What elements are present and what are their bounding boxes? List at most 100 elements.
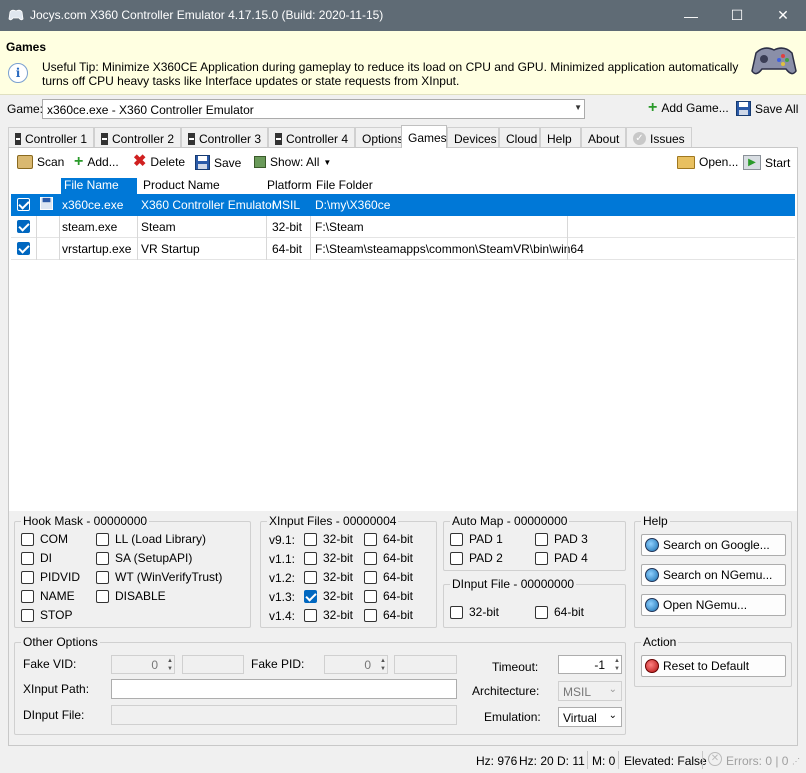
fake-pid-label: Fake PID: — [251, 657, 305, 671]
auto-map-title: Auto Map - 00000000 — [450, 514, 570, 528]
timeout-label: Timeout: — [492, 660, 539, 674]
emulation-label: Emulation: — [484, 710, 541, 724]
tab-games[interactable]: Games — [401, 125, 447, 148]
column-header-file-name[interactable]: File Name — [61, 178, 137, 194]
fake-pid-field[interactable]: 0 ▲ ▼ — [324, 655, 388, 674]
wt-checkbox[interactable]: WT (WinVerifyTrust) — [96, 570, 222, 584]
table-row[interactable]: steam.exe Steam 32-bit F:\Steam — [11, 216, 795, 238]
stop-checkbox[interactable]: STOP — [21, 608, 72, 622]
tab-controller-2[interactable]: Controller 2 — [94, 127, 181, 147]
xinput-v91-64-checkbox[interactable]: 64-bit — [364, 532, 413, 546]
tab-options[interactable]: Options — [355, 127, 403, 147]
fake-vid-field[interactable]: 0 ▲ ▼ — [111, 655, 175, 674]
reset-to-default-button[interactable]: Reset to Default — [641, 655, 786, 677]
search-google-button[interactable]: Search on Google... — [641, 534, 786, 556]
tab-controller-1[interactable]: Controller 1 — [8, 127, 94, 147]
pad-4-checkbox[interactable]: PAD 4 — [535, 551, 588, 565]
search-ngemu-button[interactable]: Search on NGemu... — [641, 564, 786, 586]
tip-panel: Games i Useful Tip: Minimize X360CE Appl… — [0, 31, 806, 95]
xinput-version-label: v1.2: — [269, 571, 296, 585]
grid-divider — [266, 216, 267, 260]
dinput-64-checkbox[interactable]: 64-bit — [535, 605, 584, 619]
ll-checkbox[interactable]: LL (Load Library) — [96, 532, 206, 546]
games-grid: File Name Product Name Platform File Fol… — [11, 176, 795, 511]
spinner-icon: ▲ ▼ — [167, 658, 173, 672]
emulation-select[interactable]: Virtual ⌄ — [558, 707, 622, 727]
column-header-platform[interactable]: Platform — [267, 178, 312, 194]
xinput-v11-64-checkbox[interactable]: 64-bit — [364, 551, 413, 565]
start-button[interactable]: ▶ Start — [743, 155, 790, 170]
open-button[interactable]: Open... — [677, 155, 738, 169]
tab-controller-3[interactable]: Controller 3 — [181, 127, 268, 147]
info-icon: i — [8, 63, 28, 83]
column-header-product-name[interactable]: Product Name — [143, 178, 220, 194]
status-separator — [587, 751, 588, 769]
timeout-field[interactable]: -1 ▲ ▼ — [558, 655, 622, 674]
pad-1-checkbox[interactable]: PAD 1 — [450, 532, 503, 546]
tab-issues[interactable]: ✓ Issues — [626, 127, 692, 147]
row-checkbox[interactable] — [17, 242, 30, 255]
help-title: Help — [641, 514, 670, 528]
xinput-version-label: v9.1: — [269, 533, 296, 547]
disable-checkbox[interactable]: DISABLE — [96, 589, 166, 603]
delete-button[interactable]: ✖ Delete — [133, 154, 185, 170]
name-checkbox[interactable]: NAME — [21, 589, 75, 603]
show-filter-dropdown[interactable]: Show: All ▼ — [254, 155, 331, 169]
table-row[interactable]: vrstartup.exe VR Startup 64-bit F:\Steam… — [11, 238, 795, 260]
dinput-file-label: DInput File: — [23, 708, 85, 722]
scan-button[interactable]: Scan — [17, 155, 64, 169]
minimize-button[interactable]: — — [668, 0, 714, 31]
xinput-v13-32-checkbox[interactable]: 32-bit — [304, 589, 353, 603]
filter-icon — [254, 156, 266, 168]
xinput-v14-64-checkbox[interactable]: 64-bit — [364, 608, 413, 622]
chevron-down-icon: ▼ — [323, 157, 332, 167]
plus-icon: + — [74, 153, 84, 170]
tab-cloud[interactable]: Cloud — [499, 127, 540, 147]
xinput-path-label: XInput Path: — [23, 682, 90, 696]
xinput-v12-64-checkbox[interactable]: 64-bit — [364, 570, 413, 584]
column-header-file-folder[interactable]: File Folder — [316, 178, 373, 194]
maximize-button[interactable]: ☐ — [714, 0, 760, 31]
architecture-select[interactable]: MSIL ⌄ — [558, 681, 622, 701]
di-checkbox[interactable]: DI — [21, 551, 52, 565]
xinput-v14-32-checkbox[interactable]: 32-bit — [304, 608, 353, 622]
tab-controller-4[interactable]: Controller 4 — [268, 127, 355, 147]
row-checkbox[interactable] — [17, 198, 30, 211]
tip-text: Useful Tip: Minimize X360CE Application … — [42, 60, 739, 88]
tab-help[interactable]: Help — [540, 127, 581, 147]
pidvid-checkbox[interactable]: PIDVID — [21, 570, 80, 584]
save-button[interactable]: Save — [195, 155, 241, 170]
status-bar: Hz: 976 Hz: 20 D: 11 M: 0 Elevated: Fals… — [0, 747, 806, 773]
xinput-v11-32-checkbox[interactable]: 32-bit — [304, 551, 353, 565]
globe-icon — [645, 568, 659, 582]
resize-grip-icon[interactable]: ⋰ — [792, 757, 800, 766]
xinput-v91-32-checkbox[interactable]: 32-bit — [304, 532, 353, 546]
table-row[interactable]: x360ce.exe X360 Controller Emulator MSIL… — [11, 194, 795, 216]
row-checkbox[interactable] — [17, 220, 30, 233]
open-ngemu-button[interactable]: Open NGemu... — [641, 594, 786, 616]
add-game-button[interactable]: + Add Game... — [648, 100, 729, 116]
magnifier-icon — [17, 155, 33, 169]
dinput-32-checkbox[interactable]: 32-bit — [450, 605, 499, 619]
add-button[interactable]: + Add... — [74, 153, 119, 170]
sa-checkbox[interactable]: SA (SetupAPI) — [96, 551, 192, 565]
xinput-path-input[interactable] — [111, 679, 457, 699]
tab-devices[interactable]: Devices — [447, 127, 499, 147]
close-button[interactable]: ✕ — [760, 0, 806, 31]
xinput-v12-32-checkbox[interactable]: 32-bit — [304, 570, 353, 584]
com-checkbox[interactable]: COM — [21, 532, 68, 546]
chevron-down-icon: ⌄ — [608, 710, 617, 721]
dinput-file-input[interactable] — [111, 705, 457, 725]
grid-divider — [137, 216, 138, 260]
hook-mask-title: Hook Mask - 00000000 — [21, 514, 150, 528]
save-all-button[interactable]: Save All — [736, 101, 798, 116]
game-select[interactable]: x360ce.exe - X360 Controller Emulator ▼ — [42, 99, 585, 119]
reset-icon — [645, 659, 659, 673]
status-errors: Errors: 0 | 0 — [726, 754, 789, 768]
pad-3-checkbox[interactable]: PAD 3 — [535, 532, 588, 546]
xinput-v13-64-checkbox[interactable]: 64-bit — [364, 589, 413, 603]
architecture-label: Architecture: — [472, 684, 540, 698]
chevron-down-icon: ▼ — [574, 103, 582, 112]
pad-2-checkbox[interactable]: PAD 2 — [450, 551, 503, 565]
tab-about[interactable]: About — [581, 127, 626, 147]
